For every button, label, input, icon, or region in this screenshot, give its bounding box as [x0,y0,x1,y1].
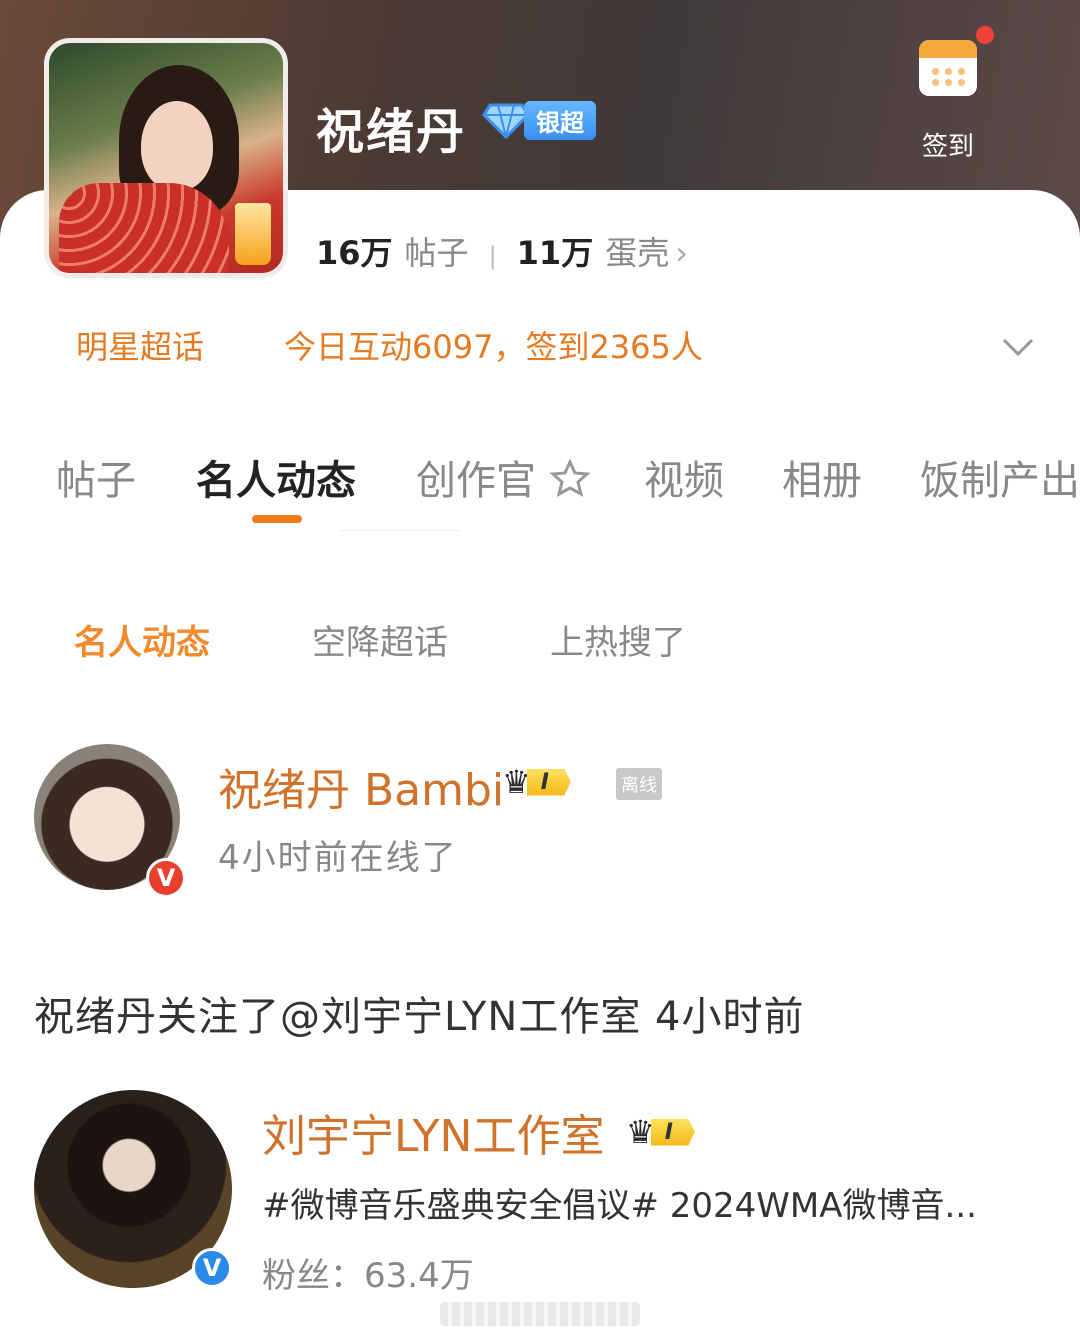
subtab-trending[interactable]: 上热搜了 [550,615,686,664]
silver-super-badge[interactable]: 银超 [482,100,596,140]
tab-divider [340,530,460,531]
chevron-down-icon[interactable] [1000,328,1036,364]
eggs-count: 11万 [516,234,594,272]
level-label: I [526,768,571,796]
topic-title: 祝绪丹 [316,104,467,160]
sub-tabs: 名人动态 空降超话 上热搜了 [0,615,1080,665]
notification-dot [976,26,994,44]
diamond-icon [482,101,530,140]
status-badge: 离线 [616,768,662,800]
tab-videos[interactable]: 视频 [644,448,724,506]
tab-posts[interactable]: 帖子 [56,448,136,506]
subtab-dropped-in[interactable]: 空降超话 [312,615,448,664]
tab-celebrity-updates[interactable]: 名人动态 [196,448,356,506]
tab-creators[interactable]: 创作官 [416,448,591,506]
posts-label: 帖子 [404,234,469,272]
crown-icon: ♛ [626,1113,655,1151]
crown-icon: ♛ [502,763,531,801]
tab-albums[interactable]: 相册 [782,448,862,506]
verified-badge-icon: V [146,858,186,898]
followed-account-card[interactable]: V 刘宇宁LYN工作室 ♛ I #微博音乐盛典安全倡议# 2024WMA微博音.… [0,1090,1080,1296]
home-indicator [440,1302,640,1326]
active-tab-indicator [252,515,302,523]
star-badge-icon [549,458,591,497]
tab-creators-label: 创作官 [416,458,536,504]
celebrity-card[interactable]: V 祝绪丹 Bambi ♛ I 离线 4小时前在线了 [0,744,1080,904]
tab-fan-works[interactable]: 饭制产出 [920,448,1080,506]
level-label: I [650,1118,695,1146]
activity-text: 祝绪丹关注了@刘宇宁LYN工作室 4小时前 [34,994,805,1040]
stats-divider: | [488,242,497,270]
category-tag[interactable]: 明星超话 [76,322,204,368]
chevron-right-icon: › [675,234,689,272]
badge-label: 银超 [524,100,596,140]
verified-badge-icon: V [192,1248,232,1288]
topic-stats[interactable]: 16万 帖子 | 11万 蛋壳 › [316,228,688,274]
followed-account-fans: 粉丝：63.4万 [262,1256,474,1296]
topic-meta-row: 明星超话 今日互动6097，签到2365人 [0,322,1080,372]
checkin-label: 签到 [921,132,974,162]
followed-account-description: #微博音乐盛典安全倡议# 2024WMA微博音... [262,1186,977,1226]
eggs-label: 蛋壳 [605,234,670,272]
checkin-button[interactable]: 签到 [906,26,994,163]
level-badge: ♛ I [626,1112,695,1152]
posts-count: 16万 [316,234,393,272]
level-badge: ♛ I [502,762,571,802]
daily-info: 今日互动6097，签到2365人 [284,328,703,366]
calendar-icon [919,40,977,96]
followed-account-name[interactable]: 刘宇宁LYN工作室 [262,1100,604,1164]
main-tabs: 帖子 名人动态 创作官 视频 相册 饭制产出 [0,448,1080,508]
topic-cover-image[interactable] [44,38,288,278]
subtab-celebrity-updates[interactable]: 名人动态 [74,615,210,664]
last-online: 4小时前在线了 [218,838,458,878]
celebrity-name[interactable]: 祝绪丹 Bambi [218,754,504,818]
